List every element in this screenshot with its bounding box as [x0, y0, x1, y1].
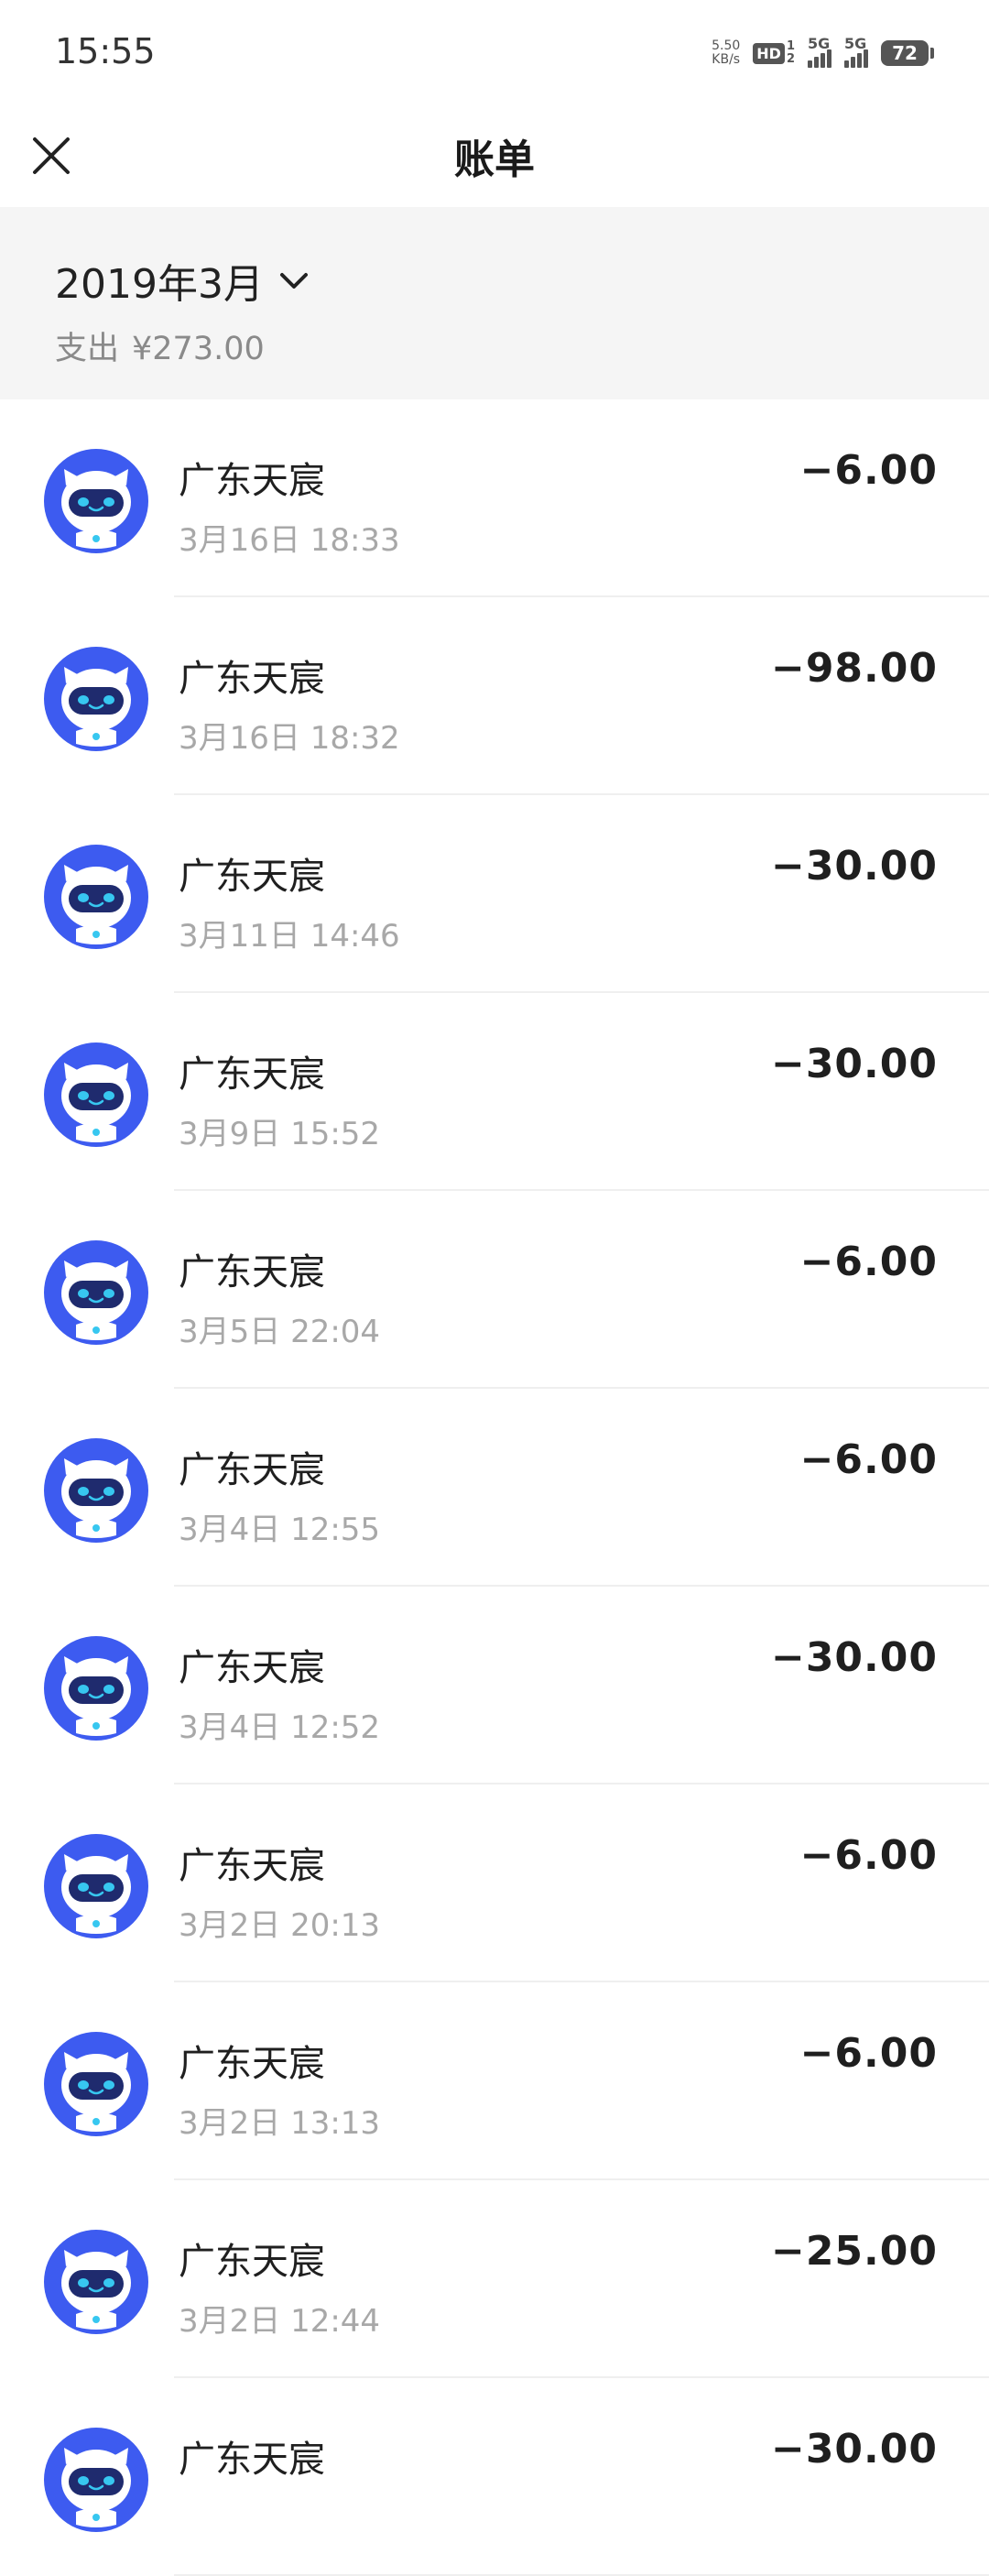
transaction-row[interactable]: 广东天宸 3月16日 18:33 −6.00	[0, 399, 989, 597]
transaction-time: 3月2日 12:44	[179, 2303, 381, 2340]
transaction-time: 3月4日 12:55	[179, 1512, 381, 1548]
hd-sub-top: 1	[786, 39, 795, 53]
robot-avatar-icon	[44, 449, 148, 553]
transaction-amount: −30.00	[770, 2426, 938, 2472]
spend-total: 支出 ¥273.00	[55, 322, 265, 369]
merchant-name: 广东天宸	[179, 658, 325, 700]
transaction-time: 3月16日 18:33	[179, 522, 400, 559]
signal-2-label: 5G	[844, 35, 867, 52]
month-selector[interactable]: 2019年3月	[55, 251, 310, 310]
spend-label: 支出	[55, 331, 120, 367]
robot-avatar-icon	[44, 2230, 148, 2334]
merchant-name: 广东天宸	[179, 1845, 325, 1887]
network-speed: 5.50 KB/s	[712, 39, 740, 67]
month-label: 2019年3月	[55, 261, 264, 308]
transaction-time: 3月2日 20:13	[179, 1907, 381, 1944]
battery-level: 72	[881, 40, 929, 66]
transaction-time: 3月4日 12:52	[179, 1709, 381, 1746]
month-summary: 2019年3月 支出 ¥273.00	[0, 207, 989, 399]
transaction-row[interactable]: 广东天宸 3月2日 20:13 −6.00	[0, 1785, 989, 1982]
merchant-name: 广东天宸	[179, 1053, 325, 1096]
transaction-amount: −6.00	[799, 1436, 938, 1483]
nav-bar: 账单	[0, 106, 989, 207]
network-speed-value: 5.50	[712, 38, 741, 53]
network-speed-unit: KB/s	[712, 52, 741, 67]
transaction-row[interactable]: 广东天宸 3月2日 13:13 −6.00	[0, 1982, 989, 2180]
status-time: 15:55	[55, 31, 156, 71]
transaction-row[interactable]: 广东天宸 3月5日 22:04 −6.00	[0, 1191, 989, 1389]
merchant-name: 广东天宸	[179, 2439, 325, 2481]
robot-avatar-icon	[44, 845, 148, 949]
transaction-time: 3月11日 14:46	[179, 918, 400, 955]
transaction-amount: −6.00	[799, 1832, 938, 1879]
transaction-amount: −25.00	[770, 2228, 938, 2275]
merchant-name: 广东天宸	[179, 1449, 325, 1491]
spend-amount: ¥273.00	[132, 331, 265, 367]
transaction-list: 广东天宸 3月16日 18:33 −6.00 广东天宸 3月16日 18:32 …	[0, 399, 989, 2576]
robot-avatar-icon	[44, 1042, 148, 1147]
transaction-amount: −6.00	[799, 447, 938, 494]
merchant-name: 广东天宸	[179, 1647, 325, 1689]
transaction-row[interactable]: 广东天宸 3月16日 18:32 −98.00	[0, 597, 989, 795]
transaction-row[interactable]: 广东天宸 3月11日 14:46 −30.00	[0, 795, 989, 993]
robot-avatar-icon	[44, 2032, 148, 2136]
signal-1-label: 5G	[808, 35, 831, 52]
merchant-name: 广东天宸	[179, 856, 325, 898]
transaction-time: 3月2日 13:13	[179, 2105, 381, 2142]
signal-icon-2: 5G	[844, 35, 868, 68]
merchant-name: 广东天宸	[179, 2241, 325, 2283]
hd-icon: HD 1 2	[753, 40, 795, 66]
hd-sub: 1 2	[787, 40, 795, 66]
transaction-amount: −30.00	[770, 1041, 938, 1087]
transaction-row[interactable]: 广东天宸 3月2日 12:44 −25.00	[0, 2180, 989, 2378]
robot-avatar-icon	[44, 1240, 148, 1345]
hd-sub-bottom: 2	[786, 52, 795, 66]
status-icons: 5.50 KB/s HD 1 2 5G 5G 72	[712, 35, 934, 71]
page-title: 账单	[454, 136, 535, 183]
transaction-row[interactable]: 广东天宸 3月9日 15:52 −30.00	[0, 993, 989, 1191]
transaction-amount: −30.00	[770, 1634, 938, 1681]
robot-avatar-icon	[44, 1636, 148, 1741]
transaction-time: 3月9日 15:52	[179, 1116, 381, 1152]
transaction-row[interactable]: 广东天宸 −30.00	[0, 2378, 989, 2576]
transaction-time: 3月16日 18:32	[179, 720, 400, 757]
merchant-name: 广东天宸	[179, 2043, 325, 2085]
hd-label: HD	[753, 42, 785, 64]
merchant-name: 广东天宸	[179, 460, 325, 502]
transaction-amount: −6.00	[799, 1239, 938, 1285]
transaction-row[interactable]: 广东天宸 3月4日 12:55 −6.00	[0, 1389, 989, 1587]
merchant-name: 广东天宸	[179, 1251, 325, 1293]
robot-avatar-icon	[44, 647, 148, 751]
battery-icon: 72	[881, 40, 934, 66]
transaction-amount: −98.00	[770, 645, 938, 692]
chevron-down-icon	[279, 273, 308, 289]
robot-avatar-icon	[44, 1834, 148, 1938]
transaction-time: 3月5日 22:04	[179, 1314, 381, 1350]
robot-avatar-icon	[44, 2428, 148, 2532]
robot-avatar-icon	[44, 1438, 148, 1543]
status-bar: 15:55 5.50 KB/s HD 1 2 5G 5G 72	[0, 0, 989, 106]
transaction-row[interactable]: 广东天宸 3月4日 12:52 −30.00	[0, 1587, 989, 1785]
transaction-amount: −6.00	[799, 2030, 938, 2077]
signal-icon-1: 5G	[808, 35, 831, 68]
transaction-amount: −30.00	[770, 843, 938, 890]
